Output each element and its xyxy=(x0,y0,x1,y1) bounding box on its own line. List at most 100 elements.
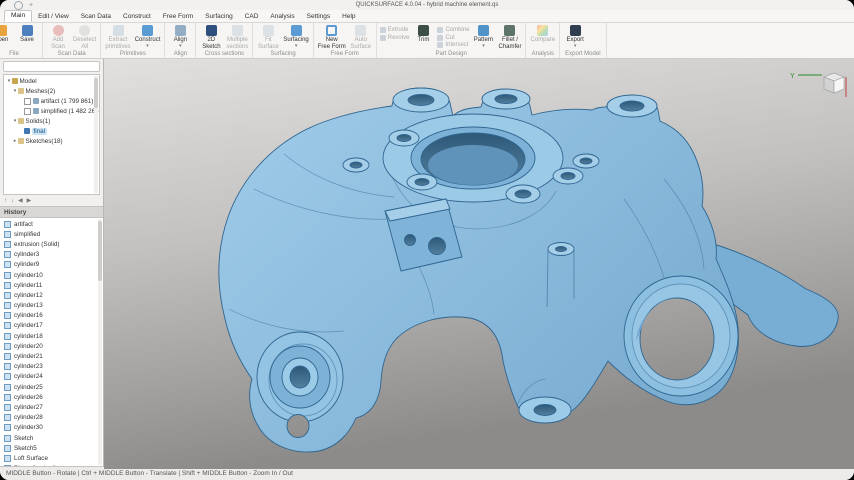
history-item-sketch[interactable]: Sketch xyxy=(0,433,103,443)
extrude-button[interactable]: Extrude xyxy=(380,27,410,33)
fillet-chamfer-icon xyxy=(504,25,515,36)
history-item-extrusion-solid[interactable]: extrusion (Solid) xyxy=(0,239,103,249)
tree-solid-icon xyxy=(24,128,30,134)
align-dropdown-icon[interactable]: ▾ xyxy=(179,44,182,48)
history-item-cylinder27[interactable]: cylinder27 xyxy=(0,402,103,412)
tree-row-simplified-1-482-264[interactable]: simplified (1 482 264) xyxy=(4,106,99,116)
tree-label: artifact (1 799 861) xyxy=(41,98,94,105)
tree-row-sketches-18[interactable]: ▸Sketches(18) xyxy=(4,136,99,146)
compare-button[interactable]: Compare xyxy=(529,24,556,44)
ribbon-group-cross-sections: 2D SketchMultiple sectionsCross sections xyxy=(196,23,253,58)
history-item-cylinder26[interactable]: cylinder26 xyxy=(0,392,103,402)
tree-row-meshes-2[interactable]: ▾Meshes(2) xyxy=(4,86,99,96)
surfacing-button[interactable]: Surfacing▾ xyxy=(282,24,309,48)
tree-checkbox[interactable] xyxy=(24,98,31,105)
menu-tab-analysis[interactable]: Analysis xyxy=(264,12,300,23)
extract-primitives-button[interactable]: Extract primitives xyxy=(104,24,131,50)
combine-icon xyxy=(437,27,443,33)
menu-tab-surfacing[interactable]: Surfacing xyxy=(199,12,238,23)
history-node-icon xyxy=(4,363,11,370)
history-item-cylinder3[interactable]: cylinder3 xyxy=(0,250,103,260)
history-item-sketch5[interactable]: Sketch5 xyxy=(0,443,103,453)
history-scrollbar-thumb[interactable] xyxy=(98,221,102,281)
multiple-sections-button[interactable]: Multiple sections xyxy=(225,24,249,50)
history-item-cylinder10[interactable]: cylinder10 xyxy=(0,270,103,280)
add-scan-button[interactable]: Add Scan xyxy=(46,24,70,50)
history-rows: artifactsimplifiedextrusion (Solid)cylin… xyxy=(0,219,103,466)
history-item-loft-surface[interactable]: Loft Surface xyxy=(0,453,103,463)
history-item-cylinder12[interactable]: cylinder12 xyxy=(0,290,103,300)
align-button[interactable]: Align▾ xyxy=(168,24,192,48)
history-item-cylinder16[interactable]: cylinder16 xyxy=(0,311,103,321)
ribbon-group-primitives: Extract primitivesConstruct▾Primitives xyxy=(101,23,165,58)
pattern-button[interactable]: Pattern▾ xyxy=(471,24,495,48)
menu-tab-free-form[interactable]: Free Form xyxy=(157,12,199,23)
history-item-cylinder21[interactable]: cylinder21 xyxy=(0,351,103,361)
surfacing-dropdown-icon[interactable]: ▾ xyxy=(295,44,298,48)
menu-tab-main[interactable]: Main xyxy=(4,10,32,23)
tree-checkbox[interactable] xyxy=(24,108,31,115)
history-item-cylinder24[interactable]: cylinder24 xyxy=(0,372,103,382)
history-item-artifact[interactable]: artifact xyxy=(0,219,103,229)
menu-tab-settings[interactable]: Settings xyxy=(301,12,337,23)
export-dropdown-icon[interactable]: ▾ xyxy=(574,44,577,48)
open-label: Open xyxy=(0,37,8,44)
tree-row-model[interactable]: ▾Model xyxy=(4,76,99,86)
tree-row-final[interactable]: final xyxy=(4,126,99,136)
cut-icon xyxy=(437,35,443,41)
fit-surface-button[interactable]: Fit Surface xyxy=(256,24,280,50)
pattern-dropdown-icon[interactable]: ▾ xyxy=(482,44,485,48)
history-scrollbar[interactable] xyxy=(98,219,102,465)
history-item-label: cylinder27 xyxy=(14,404,43,411)
history-item-cylinder11[interactable]: cylinder11 xyxy=(0,280,103,290)
cut-label: Cut xyxy=(445,35,454,41)
history-item-cylinder20[interactable]: cylinder20 xyxy=(0,341,103,351)
combine-button[interactable]: Combine xyxy=(437,27,469,33)
history-item-plane-locked[interactable]: Plane (Locked) xyxy=(0,464,103,467)
history-item-cylinder9[interactable]: cylinder9 xyxy=(0,260,103,270)
history-item-cylinder13[interactable]: cylinder13 xyxy=(0,301,103,311)
2d-sketch-button[interactable]: 2D Sketch xyxy=(199,24,223,50)
menu-tab-cad[interactable]: CAD xyxy=(239,12,265,23)
revolve-button[interactable]: Revolve xyxy=(380,35,410,41)
trim-button[interactable]: Trim xyxy=(411,24,435,44)
history-item-cylinder25[interactable]: cylinder25 xyxy=(0,382,103,392)
history-item-simplified[interactable]: simplified xyxy=(0,229,103,239)
tree-scrollbar-thumb[interactable] xyxy=(94,78,98,108)
history-item-cylinder23[interactable]: cylinder23 xyxy=(0,362,103,372)
menu-tab-edit-view[interactable]: Edit / View xyxy=(32,12,75,23)
history-item-cylinder28[interactable]: cylinder28 xyxy=(0,413,103,423)
tree-row-solids-1[interactable]: ▾Solids(1) xyxy=(4,116,99,126)
history-item-cylinder30[interactable]: cylinder30 xyxy=(0,423,103,433)
intersect-button[interactable]: Intersect xyxy=(437,42,469,48)
fillet-chamfer-button[interactable]: Fillet / Chamfer xyxy=(497,24,522,50)
history-item-label: cylinder9 xyxy=(14,261,39,268)
revolve-icon xyxy=(380,35,386,41)
history-item-cylinder18[interactable]: cylinder18 xyxy=(0,331,103,341)
viewport[interactable]: Y xyxy=(104,59,854,466)
menu-tab-construct[interactable]: Construct xyxy=(117,12,157,23)
construct-dropdown-icon[interactable]: ▾ xyxy=(146,44,149,48)
move-up-icon[interactable]: ↑ xyxy=(4,197,7,205)
tree-label: Model xyxy=(20,78,37,85)
new-free-form-button[interactable]: New Free Form xyxy=(317,24,347,50)
history-item-cylinder17[interactable]: cylinder17 xyxy=(0,321,103,331)
menu-tab-help[interactable]: Help xyxy=(336,12,361,23)
open-button[interactable]: Open xyxy=(0,24,13,44)
step-back-icon[interactable]: ◀ xyxy=(18,197,23,205)
history-node-icon xyxy=(4,455,11,462)
export-button[interactable]: Export▾ xyxy=(563,24,587,48)
viewport-3d[interactable]: Y xyxy=(104,59,854,469)
tree-search-box[interactable] xyxy=(3,61,100,72)
step-forward-icon[interactable]: ▶ xyxy=(27,197,32,205)
tree-row-artifact-1-799-861[interactable]: artifact (1 799 861) xyxy=(4,96,99,106)
move-down-icon[interactable]: ↓ xyxy=(11,197,14,205)
menu-tab-scan-data[interactable]: Scan Data xyxy=(75,12,117,23)
auto-surface-button[interactable]: Auto Surface xyxy=(349,24,373,50)
construct-button[interactable]: Construct▾ xyxy=(134,24,162,48)
ribbon-group-label-free-form: Free Form xyxy=(317,50,373,58)
tree-scrollbar[interactable] xyxy=(94,76,98,193)
deselect-all-button[interactable]: Deselect All xyxy=(72,24,97,50)
cut-button[interactable]: Cut xyxy=(437,35,469,41)
save-button[interactable]: Save xyxy=(15,24,39,44)
